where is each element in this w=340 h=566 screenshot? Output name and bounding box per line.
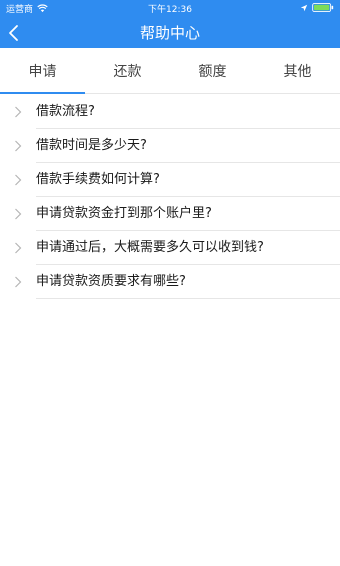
faq-item-label: 申请贷款资金打到那个账户里? xyxy=(36,206,212,221)
faq-item[interactable]: 借款时间是多少天? xyxy=(0,129,340,163)
chevron-right-icon xyxy=(15,106,22,118)
status-right-group xyxy=(300,3,334,12)
tab-label: 还款 xyxy=(113,63,142,80)
tab-other[interactable]: 其他 xyxy=(255,48,340,93)
status-bar: 运营商 下午12:36 xyxy=(0,0,340,16)
chevron-right-icon xyxy=(15,242,22,254)
faq-list: 借款流程? 借款时间是多少天? 借款手续费如何计算? 申请贷款资金打到那个账户里… xyxy=(0,95,340,299)
status-time: 下午12:36 xyxy=(148,5,192,15)
tab-label: 其他 xyxy=(283,63,312,80)
tab-apply[interactable]: 申请 xyxy=(0,48,85,94)
chevron-right-icon xyxy=(15,208,22,220)
nav-bar: 帮助中心 xyxy=(0,16,340,48)
battery-icon xyxy=(312,3,334,12)
tab-bar: 申请 还款 额度 其他 xyxy=(0,48,340,94)
faq-item[interactable]: 申请通过后，大概需要多久可以收到钱? xyxy=(0,231,340,265)
faq-item-label: 借款手续费如何计算? xyxy=(36,172,160,187)
tab-repay[interactable]: 还款 xyxy=(85,48,170,93)
tab-label: 额度 xyxy=(198,63,227,80)
chevron-right-icon xyxy=(15,140,22,152)
faq-item-label: 申请贷款资质要求有哪些? xyxy=(36,274,186,289)
chevron-right-icon xyxy=(15,276,22,288)
faq-item-label: 借款时间是多少天? xyxy=(36,138,147,153)
chevron-right-icon xyxy=(15,174,22,186)
header: 运营商 下午12:36 帮助中心 xyxy=(0,0,340,48)
page-title: 帮助中心 xyxy=(139,24,200,42)
faq-item-label: 申请通过后，大概需要多久可以收到钱? xyxy=(36,240,264,255)
faq-item[interactable]: 申请贷款资金打到那个账户里? xyxy=(0,197,340,231)
faq-item[interactable]: 借款流程? xyxy=(0,95,340,129)
tab-limit[interactable]: 额度 xyxy=(170,48,255,93)
divider xyxy=(36,298,340,299)
tab-label: 申请 xyxy=(28,63,57,80)
faq-item-label: 借款流程? xyxy=(36,104,95,119)
faq-item[interactable]: 借款手续费如何计算? xyxy=(0,163,340,197)
location-arrow-icon xyxy=(300,4,308,11)
faq-item[interactable]: 申请贷款资质要求有哪些? xyxy=(0,265,340,299)
